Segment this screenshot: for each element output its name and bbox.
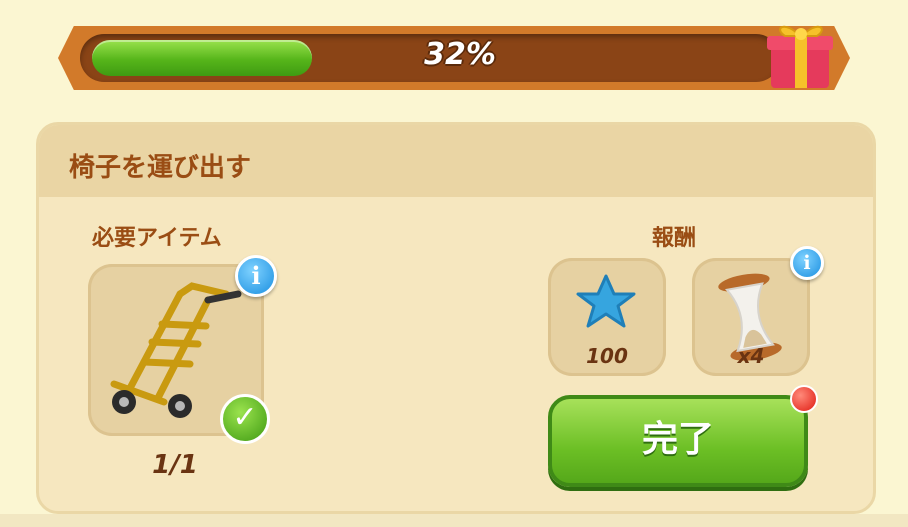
complete-button[interactable]: 完了 [548,395,808,487]
progress-fill [92,40,312,76]
gift-box-icon[interactable] [765,18,835,90]
reward-amount-stars: 100 [586,344,628,368]
required-items-label: 必要アイテム [92,226,222,251]
reward-info-icon[interactable]: i [790,246,824,280]
quest-title: 椅子を運び出す [69,153,252,183]
notification-dot [790,385,818,413]
required-item-count: 1/1 [152,450,198,480]
check-icon: ✓ [220,394,270,444]
item-info-icon[interactable]: i [235,255,277,297]
rewards-label: 報酬 [652,226,697,251]
progress-percent: 32% [424,37,496,72]
reward-amount-hourglass: x4 [737,344,765,368]
bottom-strip [0,514,908,527]
